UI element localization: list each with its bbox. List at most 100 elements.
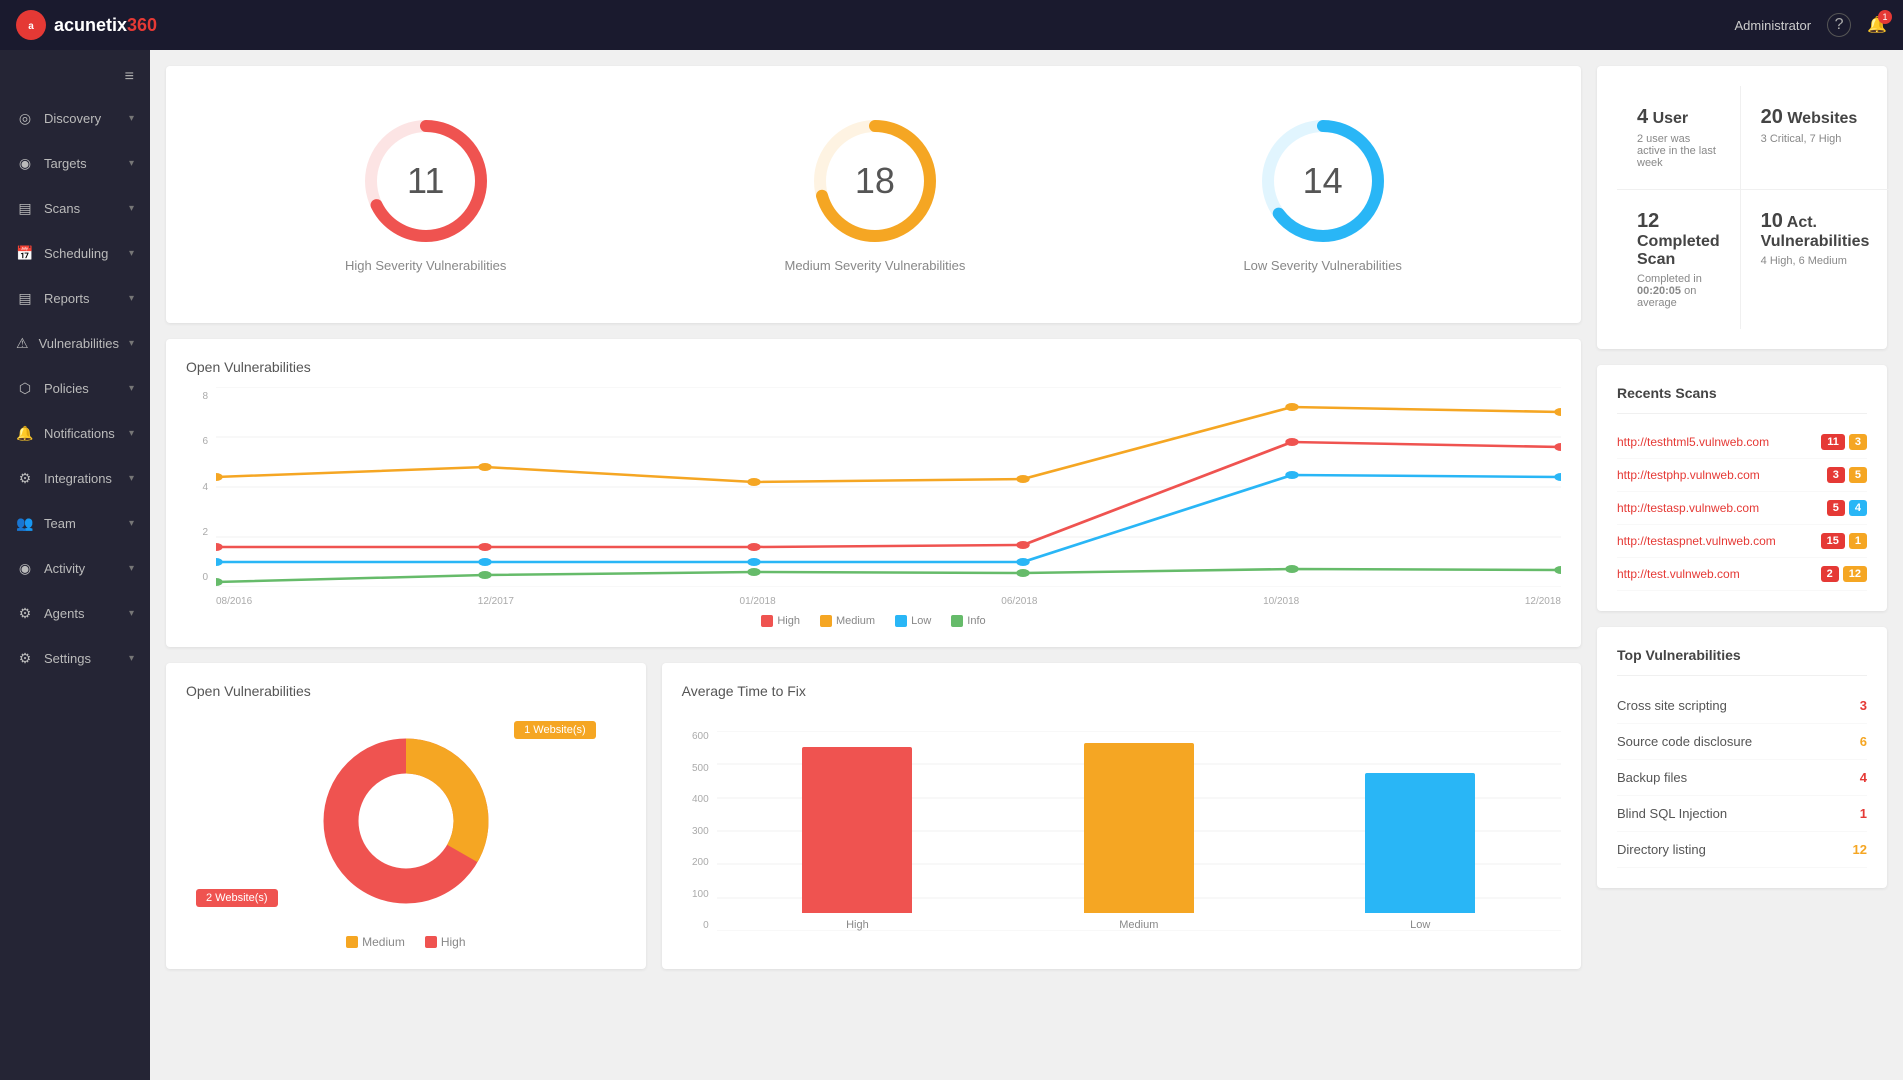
agents-icon: ⚙ [16,605,34,622]
websites-sub: 3 Critical, 7 High [1761,133,1870,145]
websites-stat: 20 Websites 3 Critical, 7 High [1741,86,1890,190]
sidebar-item-integrations[interactable]: ⚙ Integrations ▾ [0,456,150,501]
high-legend-label: High [777,615,800,627]
scan-badge-orange-5: 12 [1843,566,1867,582]
chevron-icon: ▾ [129,563,134,574]
chevron-icon: ▾ [129,608,134,619]
sidebar-item-discovery[interactable]: ◎ Discovery ▾ [0,96,150,141]
bar-y-100: 100 [682,889,709,900]
scan-badge-red-4: 15 [1821,533,1845,549]
vuln-count-3: 4 [1860,770,1867,785]
chevron-icon: ▾ [129,158,134,169]
chevron-icon: ▾ [129,653,134,664]
high-legend-dot [425,936,437,948]
websites-count: 20 Websites [1761,106,1870,129]
sidebar-item-label: Scheduling [44,246,119,261]
logo: a acunetix360 [16,10,157,40]
vuln-name-1: Cross site scripting [1617,698,1727,713]
scan-url-5[interactable]: http://test.vulnweb.com [1617,567,1740,581]
x-label-1: 08/2016 [216,596,252,607]
bar-low: Low [1365,773,1475,931]
scan-url-2[interactable]: http://testphp.vulnweb.com [1617,468,1760,482]
sidebar-item-label: Reports [44,291,119,306]
sidebar-item-label: Agents [44,606,119,621]
sidebar-item-targets[interactable]: ◉ Targets ▾ [0,141,150,186]
avg-time-card: Average Time to Fix 600 500 400 300 200 … [662,663,1581,969]
medium-legend-dot [346,936,358,948]
sidebar-item-notifications[interactable]: 🔔 Notifications ▾ [0,411,150,456]
activity-icon: ◉ [16,560,34,577]
scan-badges-2: 3 5 [1827,467,1867,483]
sidebar-item-policies[interactable]: ⬡ Policies ▾ [0,366,150,411]
line-chart-svg [216,387,1561,587]
sidebar-item-activity[interactable]: ◉ Activity ▾ [0,546,150,591]
sidebar-item-vulnerabilities[interactable]: ⚠ Vulnerabilities ▾ [0,321,150,366]
scan-badges-3: 5 4 [1827,500,1867,516]
team-icon: 👥 [16,515,34,532]
bar-y-600: 600 [682,731,709,742]
medium-dot [820,615,832,627]
scan-item-5: http://test.vulnweb.com 2 12 [1617,558,1867,591]
bar-y-400: 400 [682,794,709,805]
sidebar-item-reports[interactable]: ▤ Reports ▾ [0,276,150,321]
scan-badges-4: 15 1 [1821,533,1867,549]
notification-icon[interactable]: 🔔 1 [1867,15,1887,35]
sidebar-item-agents[interactable]: ⚙ Agents ▾ [0,591,150,636]
open-vulns-donut-card: Open Vulnerabilities 1 Website(s) 2 Webs… [166,663,646,969]
vulnerabilities-icon: ⚠ [16,335,29,352]
high-dot [761,615,773,627]
notification-badge: 1 [1878,10,1892,24]
medium-circle: 18 [810,116,940,246]
stat-circles-row: 11 High Severity Vulnerabilities 18 [186,86,1561,303]
high-donut-label: High [441,935,466,949]
scan-url-1[interactable]: http://testhtml5.vulnweb.com [1617,435,1769,449]
settings-icon: ⚙ [16,650,34,667]
scan-url-3[interactable]: http://testasp.vulnweb.com [1617,501,1759,515]
medium-count: 18 [855,160,895,202]
top-stats-card: 4 User 2 user was active in the last wee… [1597,66,1887,349]
vuln-item-4: Blind SQL Injection 1 [1617,796,1867,832]
scan-url-4[interactable]: http://testaspnet.vulnweb.com [1617,534,1776,548]
y-label-2: 2 [186,527,208,538]
info-legend-label: Info [967,615,985,627]
act-vulns-count: 10 Act. Vulnerabilities [1761,210,1870,251]
sidebar-item-scans[interactable]: ▤ Scans ▾ [0,186,150,231]
low-severity-stat: 14 Low Severity Vulnerabilities [1243,116,1401,273]
chart-legend: High Medium Low Info [186,615,1561,627]
legend-medium: Medium [820,615,875,627]
y-label-8: 8 [186,391,208,402]
chevron-icon: ▾ [129,113,134,124]
chevron-icon: ▾ [129,203,134,214]
legend-info: Info [951,615,985,627]
bar-medium: Medium [1084,743,1194,931]
content: 11 High Severity Vulnerabilities 18 [150,50,1903,1080]
donut-legend-high: High [425,935,466,949]
vuln-count-4: 1 [1860,806,1867,821]
y-label-6: 6 [186,436,208,447]
medium-label: Medium Severity Vulnerabilities [784,258,965,273]
sidebar-item-settings[interactable]: ⚙ Settings ▾ [0,636,150,681]
chevron-icon: ▾ [129,248,134,259]
chevron-icon: ▾ [129,383,134,394]
sidebar-item-team[interactable]: 👥 Team ▾ [0,501,150,546]
main-layout: ≡ ◎ Discovery ▾ ◉ Targets ▾ ▤ Scans ▾ 📅 … [0,50,1903,1080]
users-stat: 4 User 2 user was active in the last wee… [1617,86,1741,190]
bar-high: High [802,747,912,931]
avg-time-title: Average Time to Fix [682,683,1561,699]
bar-medium-label: Medium [1119,919,1158,931]
donut-label-1: 1 Website(s) [514,721,596,739]
help-icon[interactable]: ? [1827,13,1851,37]
scan-badge-red-1: 11 [1821,434,1845,450]
scan-badges-5: 2 12 [1821,566,1867,582]
vuln-item-1: Cross site scripting 3 [1617,688,1867,724]
x-label-3: 01/2018 [740,596,776,607]
discovery-icon: ◎ [16,110,34,127]
sidebar-item-scheduling[interactable]: 📅 Scheduling ▾ [0,231,150,276]
sidebar-toggle[interactable]: ≡ [0,58,150,96]
scans-stat: 12 Completed Scan Completed in 00:20:05 … [1617,190,1741,329]
chevron-icon: ▾ [129,428,134,439]
x-label-6: 12/2018 [1525,596,1561,607]
low-count: 14 [1303,160,1343,202]
user-menu[interactable]: Administrator [1735,18,1812,33]
stats-grid: 4 User 2 user was active in the last wee… [1617,86,1867,329]
